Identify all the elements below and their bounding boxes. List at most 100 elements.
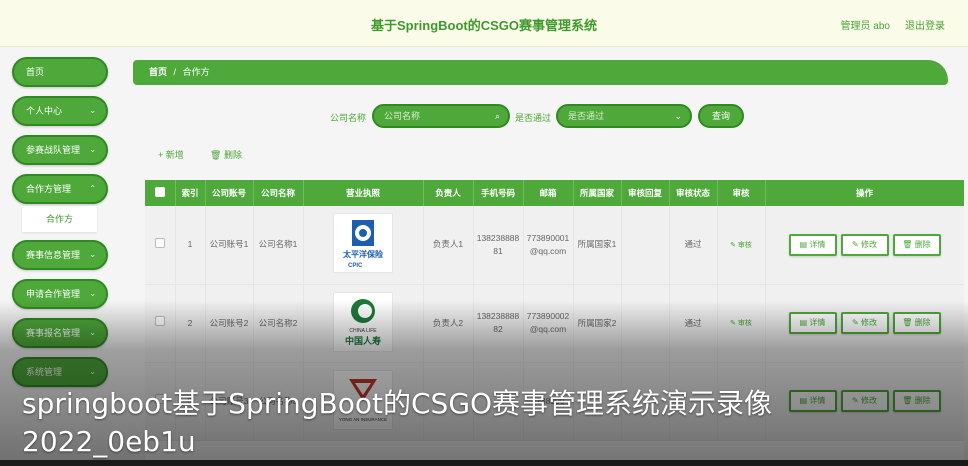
detail-label: 详情 (809, 396, 826, 405)
delete-button[interactable]: 🗑 删除 (892, 390, 941, 412)
current-user: 管理员 abo (840, 21, 890, 32)
row-checkbox[interactable] (154, 237, 165, 248)
audit-label: 审核 (737, 320, 752, 327)
sidebar-item-label: 赛事报名管理 (26, 328, 81, 338)
detail-button[interactable]: ▤ 详情 (788, 312, 837, 334)
cell-index: 2 (175, 284, 206, 363)
sidebar-item-event-info[interactable]: 赛事信息管理 ⌄ (12, 240, 108, 270)
audit-link[interactable]: ✎ 审核 (730, 242, 752, 249)
col-owner: 负责人 (423, 180, 474, 206)
breadcrumb-home[interactable]: 首页 (149, 67, 167, 77)
sidebar-item-personal-center[interactable]: 个人中心 ⌄ (12, 96, 108, 126)
table-header-row: 索引 公司账号 公司名称 营业执照 负责人 手机号码 邮箱 所属国家 审核回复 … (145, 180, 964, 206)
chevron-down-icon: ⌄ (89, 289, 96, 298)
sidebar-item-teams[interactable]: 参赛战队管理 ⌄ (12, 135, 108, 165)
detail-label: 详情 (809, 318, 826, 327)
chevron-down-icon: ⌄ (89, 367, 96, 376)
detail-button[interactable]: ▤ 详情 (788, 233, 837, 256)
delete-label: 删除 (914, 239, 931, 249)
cell-license: 太平洋保险 CPIC (303, 206, 424, 285)
cell-status: 通过 (669, 206, 718, 285)
col-ops: 操作 (765, 180, 964, 206)
pass-status-select[interactable]: 是否通过 ⌄ (556, 104, 692, 128)
sidebar-item-label: 个人中心 (26, 106, 63, 116)
col-audit: 审核 (717, 180, 766, 206)
caption-line-2: 2022_0eb1u (22, 425, 196, 458)
batch-delete-label: 删除 (223, 150, 242, 160)
cell-audit: ✎ 审核 (717, 284, 766, 363)
sidebar-item-label: 申请合作管理 (26, 289, 81, 299)
trash-icon: 🗑 (210, 150, 222, 160)
chevron-down-icon: ⌄ (89, 250, 96, 259)
logo-text: 中国人寿 (345, 335, 381, 346)
breadcrumb: 首页 / 合作方 (133, 60, 948, 85)
sidebar-item-home[interactable]: 首页 (12, 57, 108, 87)
cell-owner: 负责人1 (423, 206, 474, 285)
add-button[interactable]: + 新增 (158, 148, 184, 161)
logout-link[interactable]: 退出登录 (905, 17, 945, 32)
batch-delete-button[interactable]: 🗑 删除 (210, 148, 242, 161)
company-name-label: 公司名称 (330, 113, 367, 123)
document-icon: ▤ (799, 396, 808, 405)
audit-label: 审核 (737, 241, 752, 249)
cell-license: CHINA LIFE 中国人寿 (303, 284, 424, 363)
sidebar-item-label: 合作方管理 (26, 184, 72, 194)
video-bottom-strip (0, 460, 968, 466)
table-row: 1 公司账号1 公司名称1 太平洋保险 CPIC 负责人1 1382388888… (145, 206, 964, 285)
sidebar-item-system[interactable]: 系统管理 ⌄ (12, 357, 108, 387)
chevron-down-icon: ⌄ (89, 328, 96, 337)
logo-sub-text: CHINA LIFE (349, 328, 377, 334)
cell-owner: 负责人2 (423, 284, 474, 363)
sidebar-item-registration[interactable]: 赛事报名管理 ⌄ (12, 318, 108, 348)
sidebar-item-label: 首页 (26, 67, 45, 77)
edit-button[interactable]: ✎ 修改 (840, 233, 889, 256)
col-index: 索引 (175, 180, 206, 206)
chevron-up-icon: ⌃ (89, 184, 96, 193)
col-phone: 手机号码 (473, 180, 524, 206)
col-name: 公司名称 (253, 180, 304, 206)
cell-ops: ▤ 详情 ✎ 修改 🗑 删除 (765, 284, 964, 363)
company-name-input[interactable]: 公司名称 ⌕ (372, 104, 510, 128)
row-checkbox[interactable] (154, 316, 165, 326)
license-image[interactable]: CHINA LIFE 中国人寿 (333, 291, 393, 352)
cell-status: 通过 (669, 284, 718, 363)
sidebar-subitem-partner[interactable]: 合作方 (22, 206, 97, 232)
sidebar-item-cooperation[interactable]: 申请合作管理 ⌄ (12, 279, 108, 309)
video-caption: springboot基于SpringBoot的CSGO赛事管理系统演示录像 20… (22, 385, 772, 461)
edit-button[interactable]: ✎ 修改 (840, 312, 889, 334)
edit-icon: ✎ (852, 396, 859, 405)
cell-reply (621, 206, 670, 285)
edit-label: 修改 (860, 396, 877, 405)
query-button[interactable]: 查询 (698, 104, 744, 128)
trash-icon: 🗑 (902, 396, 913, 405)
chevron-down-icon: ⌄ (674, 111, 682, 121)
cell-country: 所属国家1 (573, 206, 622, 285)
cell-phone: 13823888882 (473, 284, 524, 363)
cell-audit: ✎ 审核 (717, 206, 766, 285)
cell-name: 公司名称1 (253, 206, 304, 285)
col-country: 所属国家 (573, 180, 622, 206)
license-image[interactable]: 太平洋保险 CPIC (333, 213, 393, 274)
edit-icon: ✎ (852, 318, 859, 327)
sidebar-item-label: 系统管理 (26, 367, 63, 377)
col-license: 营业执照 (303, 180, 424, 206)
detail-button[interactable]: ▤ 详情 (788, 390, 837, 412)
sidebar-item-partners[interactable]: 合作方管理 ⌃ (12, 174, 108, 204)
edit-label: 修改 (860, 318, 877, 327)
cell-ops: ▤ 详情 ✎ 修改 🗑 删除 (765, 206, 964, 285)
delete-button[interactable]: 🗑 删除 (892, 233, 941, 256)
cell-email: 773890002@qq.com (523, 284, 574, 363)
edit-button[interactable]: ✎ 修改 (840, 390, 889, 412)
audit-link[interactable]: ✎ 审核 (730, 320, 752, 327)
select-all-checkbox[interactable] (154, 187, 165, 197)
select-all-header[interactable] (145, 180, 176, 206)
detail-label: 详情 (809, 239, 826, 249)
cell-ops: ▤ 详情 ✎ 修改 🗑 删除 (765, 362, 964, 441)
chevron-down-icon: ⌄ (89, 106, 96, 115)
cpic-logo-icon: 太平洋保险 CPIC (342, 220, 384, 269)
document-icon: ▤ (799, 318, 808, 327)
col-email: 邮箱 (523, 180, 574, 206)
pass-status-label: 是否通过 (515, 113, 552, 123)
cell-country: 所属国家2 (573, 284, 622, 363)
delete-button[interactable]: 🗑 删除 (892, 312, 941, 334)
